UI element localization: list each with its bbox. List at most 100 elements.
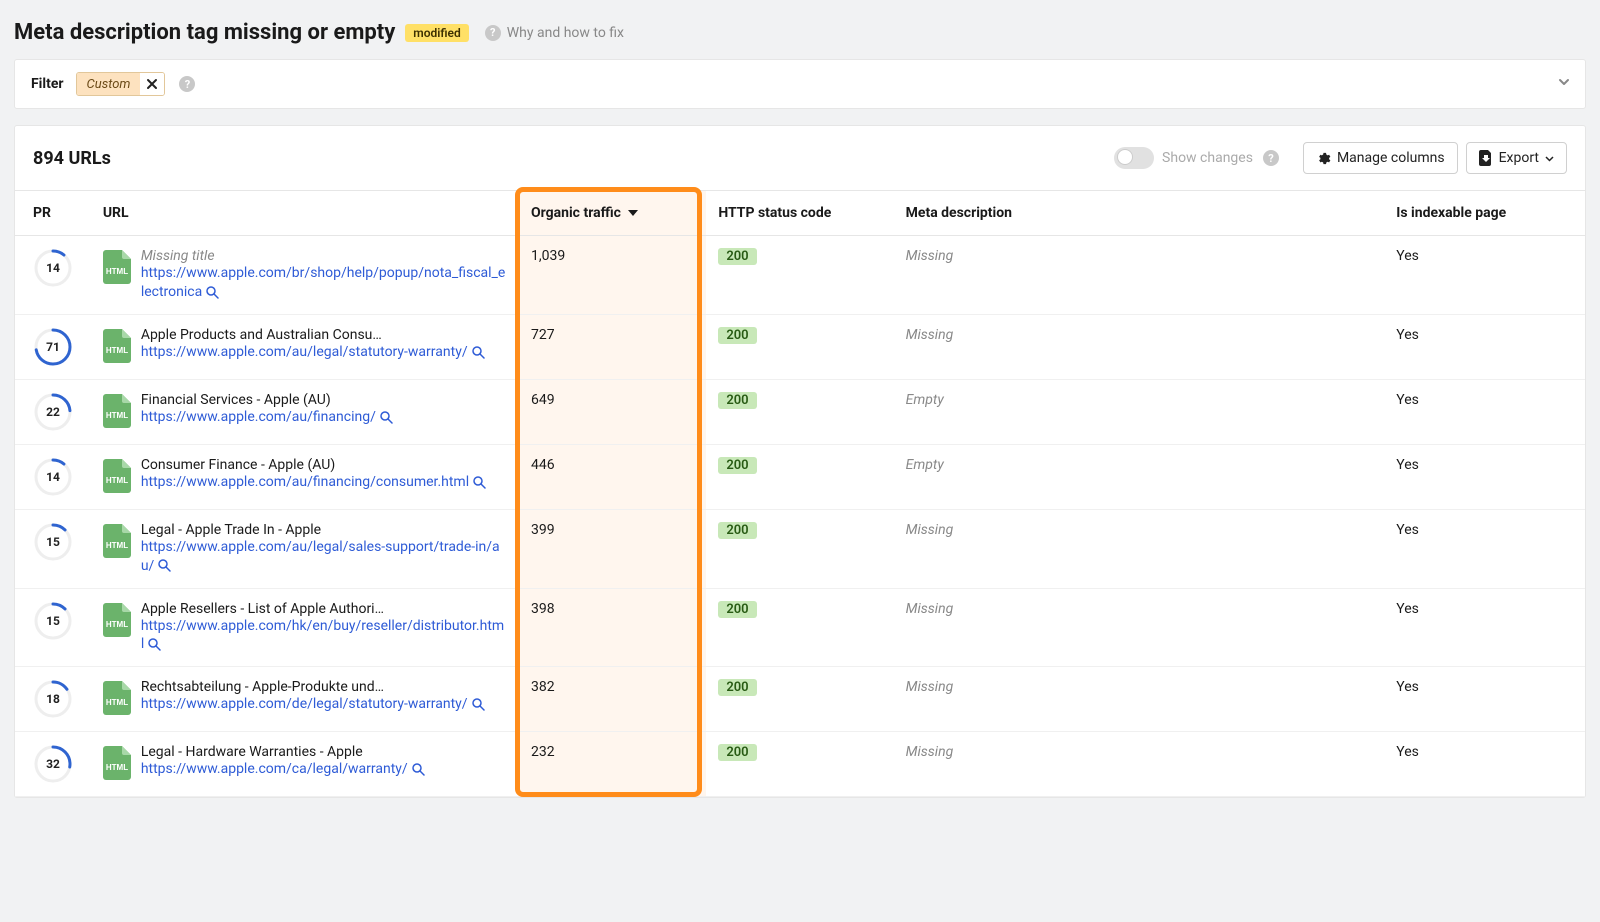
pr-gauge: 18 <box>33 679 73 719</box>
hint-text: Why and how to fix <box>507 25 624 41</box>
show-changes-help-icon[interactable]: ? <box>1263 150 1279 166</box>
meta-description-value: Missing <box>906 522 954 538</box>
meta-description-value: Missing <box>906 744 954 760</box>
pr-gauge: 22 <box>33 392 73 432</box>
pr-value: 22 <box>46 405 60 419</box>
http-status-pill: 200 <box>718 327 756 344</box>
html-file-icon: HTML <box>103 603 131 637</box>
col-url[interactable]: URL <box>91 191 519 236</box>
http-status-pill: 200 <box>718 392 756 409</box>
show-changes-toggle[interactable] <box>1114 147 1154 169</box>
table-row: 71 HTML Apple Products and Australian Cons… <box>15 314 1585 379</box>
page-title-text: Apple Products and Australian Consu… <box>141 327 485 343</box>
page-url-link[interactable]: https://www.apple.com/de/legal/statutory… <box>141 696 468 712</box>
inspect-icon[interactable] <box>380 411 393 424</box>
http-status-pill: 200 <box>718 248 756 265</box>
page-url-link[interactable]: https://www.apple.com/br/shop/help/popup… <box>141 265 505 300</box>
inspect-icon[interactable] <box>473 476 486 489</box>
page-title-text: Apple Resellers - List of Apple Authori… <box>141 601 507 617</box>
filter-chip-custom[interactable]: Custom <box>76 72 166 96</box>
url-count: 894 URLs <box>33 148 111 169</box>
organic-traffic-value: 398 <box>519 588 706 667</box>
inspect-icon[interactable] <box>412 763 425 776</box>
table-row: 14 HTML Consumer Finance - Apple (AU)https… <box>15 444 1585 509</box>
show-changes-label: Show changes <box>1162 150 1253 166</box>
organic-traffic-value: 399 <box>519 509 706 588</box>
col-http[interactable]: HTTP status code <box>706 191 893 236</box>
col-pr[interactable]: PR <box>15 191 91 236</box>
col-indexable[interactable]: Is indexable page <box>1384 191 1585 236</box>
filter-label: Filter <box>31 76 64 92</box>
page-url-link[interactable]: https://www.apple.com/au/financing/ <box>141 409 376 425</box>
inspect-icon[interactable] <box>472 346 485 359</box>
page-title-text: Consumer Finance - Apple (AU) <box>141 457 486 473</box>
inspect-icon[interactable] <box>472 698 485 711</box>
page-title-text: Legal - Apple Trade In - Apple <box>141 522 507 538</box>
manage-columns-label: Manage columns <box>1337 150 1445 166</box>
page-url-link[interactable]: https://www.apple.com/au/legal/sales-sup… <box>141 539 500 574</box>
page-url-link[interactable]: https://www.apple.com/au/legal/statutory… <box>141 344 468 360</box>
http-status-pill: 200 <box>718 457 756 474</box>
download-icon <box>1479 150 1493 166</box>
organic-traffic-value: 232 <box>519 732 706 797</box>
svg-text:HTML: HTML <box>106 541 128 550</box>
filter-help-icon[interactable]: ? <box>179 76 195 92</box>
indexable-value: Yes <box>1384 444 1585 509</box>
page-url-link[interactable]: https://www.apple.com/au/financing/consu… <box>141 474 469 490</box>
pr-value: 14 <box>46 261 60 275</box>
html-file-icon: HTML <box>103 250 131 284</box>
why-how-link[interactable]: ? Why and how to fix <box>485 25 624 41</box>
filter-bar: Filter Custom ? <box>14 59 1586 109</box>
meta-description-value: Missing <box>906 248 954 264</box>
pr-gauge: 71 <box>33 327 73 367</box>
indexable-value: Yes <box>1384 379 1585 444</box>
filter-chip-close[interactable] <box>140 73 164 95</box>
page-title-text: Missing title <box>141 248 507 264</box>
http-status-pill: 200 <box>718 522 756 539</box>
col-organic-traffic-label: Organic traffic <box>531 205 621 221</box>
results-table: PR URL Organic traffic HTTP status code … <box>15 191 1585 797</box>
filter-expand[interactable] <box>1557 75 1571 93</box>
pr-value: 71 <box>46 340 60 354</box>
gear-icon <box>1316 151 1331 166</box>
close-icon <box>146 78 158 90</box>
http-status-pill: 200 <box>718 744 756 761</box>
indexable-value: Yes <box>1384 509 1585 588</box>
page-url-link[interactable]: https://www.apple.com/ca/legal/warranty/ <box>141 761 408 777</box>
pr-value: 15 <box>46 535 60 549</box>
table-row: 15 HTML Legal - Apple Trade In - Applehttp… <box>15 509 1585 588</box>
inspect-icon[interactable] <box>158 559 171 572</box>
filter-chip-text: Custom <box>77 73 141 95</box>
svg-text:HTML: HTML <box>106 476 128 485</box>
pr-value: 14 <box>46 470 60 484</box>
meta-description-value: Missing <box>906 679 954 695</box>
organic-traffic-value: 446 <box>519 444 706 509</box>
manage-columns-button[interactable]: Manage columns <box>1303 142 1458 174</box>
organic-traffic-value: 727 <box>519 314 706 379</box>
http-status-pill: 200 <box>718 679 756 696</box>
page-url-link[interactable]: https://www.apple.com/hk/en/buy/reseller… <box>141 618 504 653</box>
pr-gauge: 32 <box>33 744 73 784</box>
indexable-value: Yes <box>1384 314 1585 379</box>
table-row: 32HTMLLegal - Hardware Warranties - Appl… <box>15 732 1585 797</box>
meta-description-value: Empty <box>906 457 944 473</box>
inspect-icon[interactable] <box>206 286 219 299</box>
export-button[interactable]: Export <box>1466 142 1567 174</box>
svg-text:HTML: HTML <box>106 698 128 707</box>
html-file-icon: HTML <box>103 459 131 493</box>
modified-badge: modified <box>405 24 468 42</box>
indexable-value: Yes <box>1384 236 1585 315</box>
table-row: 22HTMLFinancial Services - Apple (AU)htt… <box>15 379 1585 444</box>
col-meta[interactable]: Meta description <box>894 191 1385 236</box>
svg-text:HTML: HTML <box>106 346 128 355</box>
http-status-pill: 200 <box>718 601 756 618</box>
indexable-value: Yes <box>1384 588 1585 667</box>
table-row: 15 HTML Apple Resellers - List of Apple Au… <box>15 588 1585 667</box>
svg-text:HTML: HTML <box>106 411 128 420</box>
inspect-icon[interactable] <box>148 638 161 651</box>
pr-gauge: 15 <box>33 601 73 641</box>
svg-text:HTML: HTML <box>106 620 128 629</box>
pr-value: 32 <box>46 757 60 771</box>
page-title: Meta description tag missing or empty <box>14 20 395 45</box>
col-organic-traffic[interactable]: Organic traffic <box>519 191 706 236</box>
